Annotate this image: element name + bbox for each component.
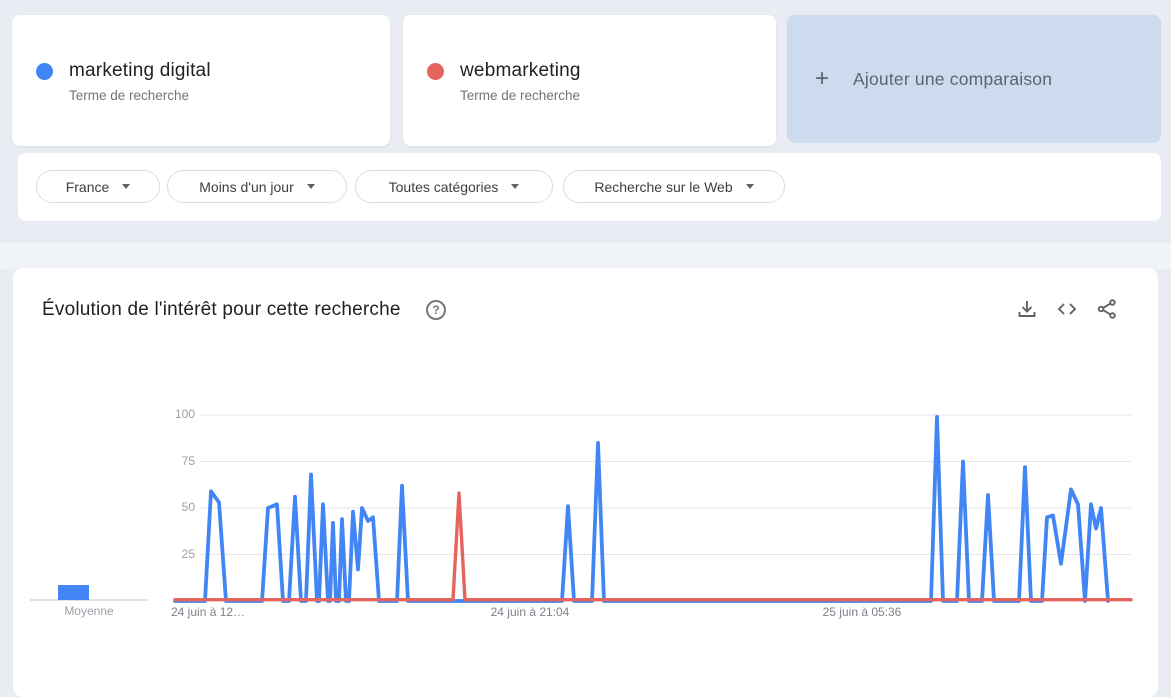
google-trends-explore-page: marketing digital Terme de recherche web…: [0, 0, 1171, 697]
series-line-marketing-digital: [175, 417, 1108, 601]
y-axis-tick-label: 75: [150, 454, 195, 468]
x-axis-tick-label: 24 juin à 12…: [171, 605, 291, 619]
x-axis-tick-label: 24 juin à 21:04: [450, 605, 610, 619]
y-axis-tick-label: 50: [150, 500, 195, 514]
y-axis-tick-label: 25: [150, 547, 195, 561]
x-axis-tick-label: 25 juin à 05:36: [782, 605, 942, 619]
trends-line-chart[interactable]: [0, 0, 1171, 697]
y-axis-tick-label: 100: [150, 407, 195, 421]
